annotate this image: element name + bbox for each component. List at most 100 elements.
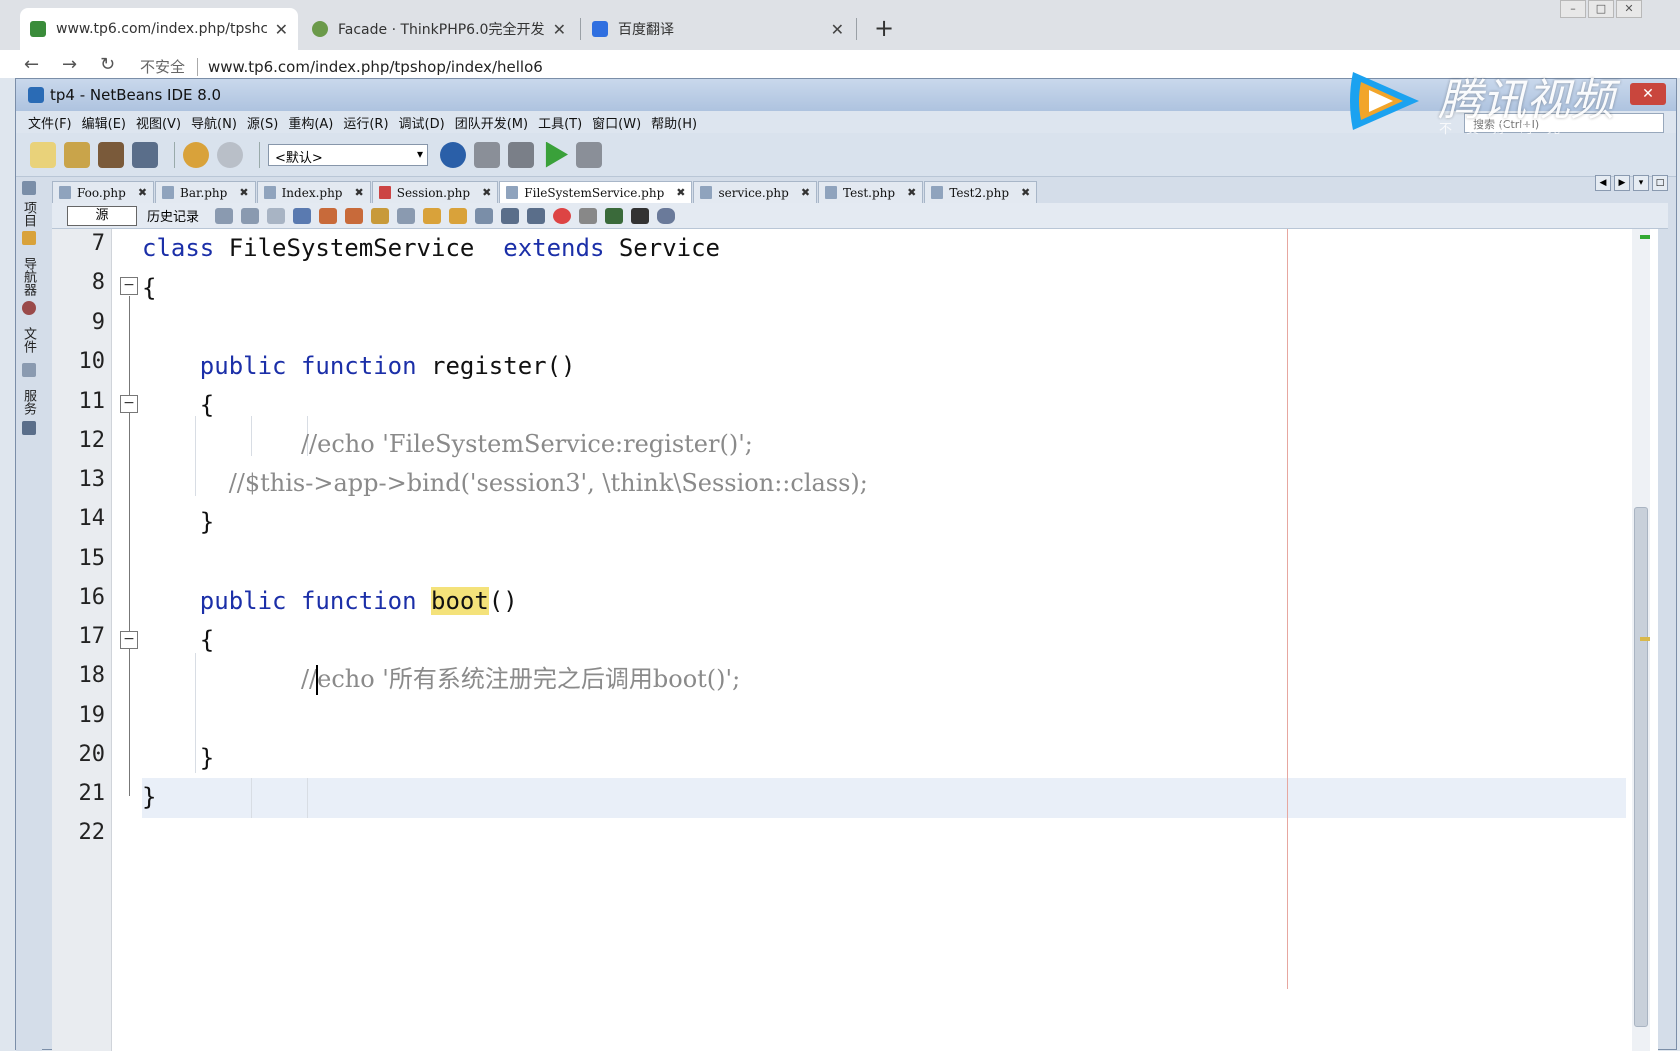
menu-debug[interactable]: 调试(D) (399, 113, 445, 132)
stop-macro-icon[interactable] (579, 207, 598, 224)
menu-view[interactable]: 视图(V) (136, 113, 181, 132)
tab-test2-php[interactable]: Test2.php ✖ (924, 181, 1038, 203)
tab-service-php[interactable]: service.php ✖ (693, 181, 818, 203)
line-number: 20 (78, 742, 106, 767)
new-tab-button[interactable]: + (874, 14, 894, 42)
open-project-icon[interactable] (98, 141, 124, 168)
browser-tab-facade[interactable]: Facade · ThinkPHP6.0完全开发 ✕ (302, 8, 576, 50)
database-icon[interactable] (657, 207, 676, 224)
find-previous-icon[interactable] (319, 207, 338, 224)
scroll-tabs-right-icon[interactable]: ▶ (1614, 175, 1630, 191)
code-line-13: //$this->app->bind('session3', \think\Se… (142, 464, 868, 502)
debug-icon[interactable] (576, 141, 602, 168)
menu-team[interactable]: 团队开发(M) (455, 113, 528, 132)
scroll-tabs-left-icon[interactable]: ◀ (1595, 175, 1611, 191)
code-editor[interactable]: 7 8 9 10 11 12 13 14 15 16 17 18 19 20 2… (52, 229, 1658, 1051)
history-view-tab[interactable]: 历史记录 (147, 206, 199, 225)
close-tab-icon[interactable]: ✕ (831, 20, 844, 39)
window-controls: – □ ✕ (1558, 0, 1642, 20)
fold-toggle-icon[interactable]: − (120, 631, 138, 649)
clean-build-icon[interactable] (508, 141, 534, 168)
maximize-icon[interactable]: □ (1588, 0, 1614, 18)
find-icon[interactable] (293, 207, 312, 224)
close-tab-icon[interactable]: ✖ (907, 186, 916, 199)
back-icon[interactable]: ← (24, 54, 39, 75)
close-tab-icon[interactable]: ✕ (275, 20, 288, 39)
services-panel-tab[interactable]: 服务 (20, 389, 38, 415)
browser-globe-icon[interactable] (440, 141, 466, 168)
files-panel-tab[interactable]: 文件 (20, 327, 38, 353)
comment-icon[interactable] (605, 207, 624, 224)
menu-edit[interactable]: 编辑(E) (82, 113, 126, 132)
menu-navigate[interactable]: 导航(N) (191, 113, 237, 132)
config-select[interactable]: <默认> (268, 143, 428, 166)
minimize-icon[interactable]: – (1560, 0, 1586, 18)
maximize-editor-icon[interactable]: □ (1652, 175, 1668, 191)
undo-icon[interactable] (183, 141, 209, 168)
menu-source[interactable]: 源(S) (247, 113, 278, 132)
no-errors-marker (1640, 235, 1650, 239)
close-tab-icon[interactable]: ✖ (138, 186, 147, 199)
tab-label: service.php (718, 185, 789, 200)
indent-guide (251, 778, 252, 818)
last-edit-icon[interactable] (215, 207, 234, 224)
menu-help[interactable]: 帮助(H) (651, 113, 697, 132)
menu-tools[interactable]: 工具(T) (538, 113, 582, 132)
menu-file[interactable]: 文件(F) (28, 113, 72, 132)
tab-bar-php[interactable]: Bar.php ✖ (155, 181, 256, 203)
tab-index-php[interactable]: Index.php ✖ (256, 181, 371, 203)
close-tab-icon[interactable]: ✖ (1021, 186, 1030, 199)
baidu-translate-favicon-icon (592, 21, 608, 37)
uncomment-icon[interactable] (631, 207, 650, 224)
toggle-rect-select-icon[interactable] (397, 207, 416, 224)
next-bookmark-icon[interactable] (449, 207, 468, 224)
tab-filesystemservice-php[interactable]: FileSystemService.php ✖ (499, 181, 693, 203)
code-line-16: public function boot() (142, 582, 518, 620)
occurrence-marker[interactable] (1640, 637, 1650, 641)
forward-icon[interactable]: → (62, 54, 77, 75)
restore-panel-icon[interactable] (22, 181, 36, 195)
tab-foo-php[interactable]: Foo.php ✖ (52, 181, 155, 203)
tab-session-php[interactable]: Session.php ✖ (371, 181, 499, 203)
redo-icon[interactable] (217, 141, 243, 168)
close-tab-icon[interactable]: ✖ (355, 186, 364, 199)
fold-toggle-icon[interactable]: − (120, 277, 138, 295)
save-all-icon[interactable] (132, 141, 158, 168)
browser-tab-baidu-fanyi[interactable]: 百度翻译 ✕ (582, 8, 854, 50)
brace: { (142, 274, 157, 302)
source-view-tab[interactable]: 源 (67, 205, 137, 226)
new-file-icon[interactable] (30, 141, 56, 168)
back-history-icon[interactable] (241, 207, 260, 224)
close-tab-icon[interactable]: ✖ (801, 186, 810, 199)
code-line-17: { (142, 621, 214, 659)
fold-toggle-icon[interactable]: − (120, 395, 138, 413)
menu-refactor[interactable]: 重构(A) (288, 113, 333, 132)
close-tab-icon[interactable]: ✖ (239, 186, 248, 199)
close-window-icon[interactable]: ✕ (1616, 0, 1642, 18)
url-field[interactable]: 不安全 www.tp6.com/index.php/tpshop/index/he… (140, 56, 543, 77)
shift-left-icon[interactable] (501, 207, 520, 224)
projects-panel-tab[interactable]: 项目 (20, 201, 38, 227)
navigator-panel-tab[interactable]: 导航器 (20, 257, 38, 296)
close-tab-icon[interactable]: ✖ (482, 186, 491, 199)
toggle-highlight-icon[interactable] (371, 207, 390, 224)
start-macro-icon[interactable] (553, 207, 572, 224)
menu-window[interactable]: 窗口(W) (592, 113, 641, 132)
new-project-icon[interactable] (64, 141, 90, 168)
close-tab-icon[interactable]: ✖ (676, 186, 685, 199)
run-icon[interactable] (545, 141, 568, 168)
forward-history-icon[interactable] (267, 207, 286, 224)
find-next-icon[interactable] (345, 207, 364, 224)
menu-run[interactable]: 运行(R) (343, 113, 388, 132)
scrollbar-thumb[interactable] (1634, 507, 1648, 1027)
browser-tab-tp6[interactable]: www.tp6.com/index.php/tpshc ✕ (20, 8, 298, 50)
reload-icon[interactable]: ↻ (100, 54, 115, 75)
toggle-bookmark-icon[interactable] (475, 207, 494, 224)
tab-test-php[interactable]: Test.php ✖ (818, 181, 924, 203)
vertical-scrollbar[interactable] (1632, 229, 1650, 1051)
shift-right-icon[interactable] (527, 207, 546, 224)
prev-bookmark-icon[interactable] (423, 207, 442, 224)
show-opened-documents-icon[interactable]: ▾ (1633, 175, 1649, 191)
close-tab-icon[interactable]: ✕ (553, 20, 566, 39)
build-hammer-icon[interactable] (474, 141, 500, 168)
